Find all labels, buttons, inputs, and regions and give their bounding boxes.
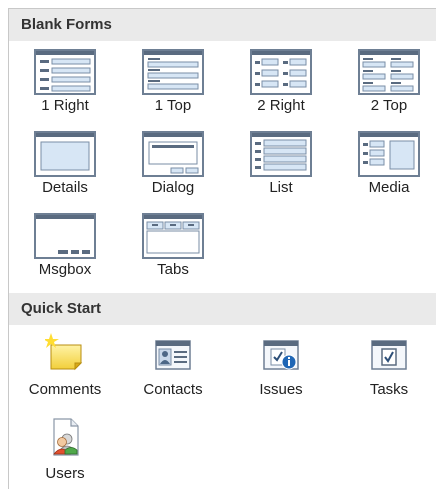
contacts-icon [155, 340, 191, 370]
template-label: 1 Top [154, 97, 192, 114]
section-header-blank-forms: Blank Forms [9, 9, 436, 41]
form-media-icon [358, 131, 420, 177]
template-label: 2 Top [370, 97, 408, 114]
issues-icon [263, 340, 299, 370]
quickstart-label: Tasks [369, 381, 409, 398]
form-list-icon [250, 131, 312, 177]
form-2-top-icon [358, 49, 420, 95]
quickstart-comments[interactable]: Comments [11, 329, 119, 405]
template-label: Details [42, 179, 88, 196]
template-tabs[interactable]: Tabs [119, 209, 227, 285]
template-2-right[interactable]: 2 Right [227, 45, 335, 121]
template-media[interactable]: Media [335, 127, 436, 203]
template-label: Media [368, 179, 410, 196]
comments-icon [45, 333, 83, 371]
quickstart-label: Users [45, 465, 85, 482]
template-label: Dialog [151, 179, 195, 196]
form-2-right-icon [250, 49, 312, 95]
template-1-top[interactable]: 1 Top [119, 45, 227, 121]
form-dialog-icon [142, 131, 204, 177]
template-list[interactable]: List [227, 127, 335, 203]
form-msgbox-icon [34, 213, 96, 259]
quickstart-label: Contacts [143, 381, 203, 398]
template-msgbox[interactable]: Msgbox [11, 209, 119, 285]
form-templates-panel: Blank Forms 1 Right 1 Top 2 Right 2 Top … [8, 8, 436, 489]
form-tabs-icon [142, 213, 204, 259]
section-header-quick-start: Quick Start [9, 293, 436, 325]
template-label: Tabs [157, 261, 189, 278]
tasks-icon [371, 340, 407, 370]
quickstart-tasks[interactable]: Tasks [335, 329, 436, 405]
quickstart-issues[interactable]: Issues [227, 329, 335, 405]
template-label: List [269, 179, 293, 196]
template-label: Msgbox [38, 261, 92, 278]
template-label: 1 Right [41, 97, 89, 114]
template-1-right[interactable]: 1 Right [11, 45, 119, 121]
quickstart-users[interactable]: Users [11, 413, 119, 489]
users-icon [53, 418, 79, 456]
template-dialog[interactable]: Dialog [119, 127, 227, 203]
quickstart-label: Issues [259, 381, 303, 398]
quickstart-label: Comments [28, 381, 102, 398]
template-details[interactable]: Details [11, 127, 119, 203]
form-1-right-icon [34, 49, 96, 95]
form-details-icon [34, 131, 96, 177]
quickstart-contacts[interactable]: Contacts [119, 329, 227, 405]
template-2-top[interactable]: 2 Top [335, 45, 436, 121]
form-1-top-icon [142, 49, 204, 95]
template-label: 2 Right [257, 97, 305, 114]
